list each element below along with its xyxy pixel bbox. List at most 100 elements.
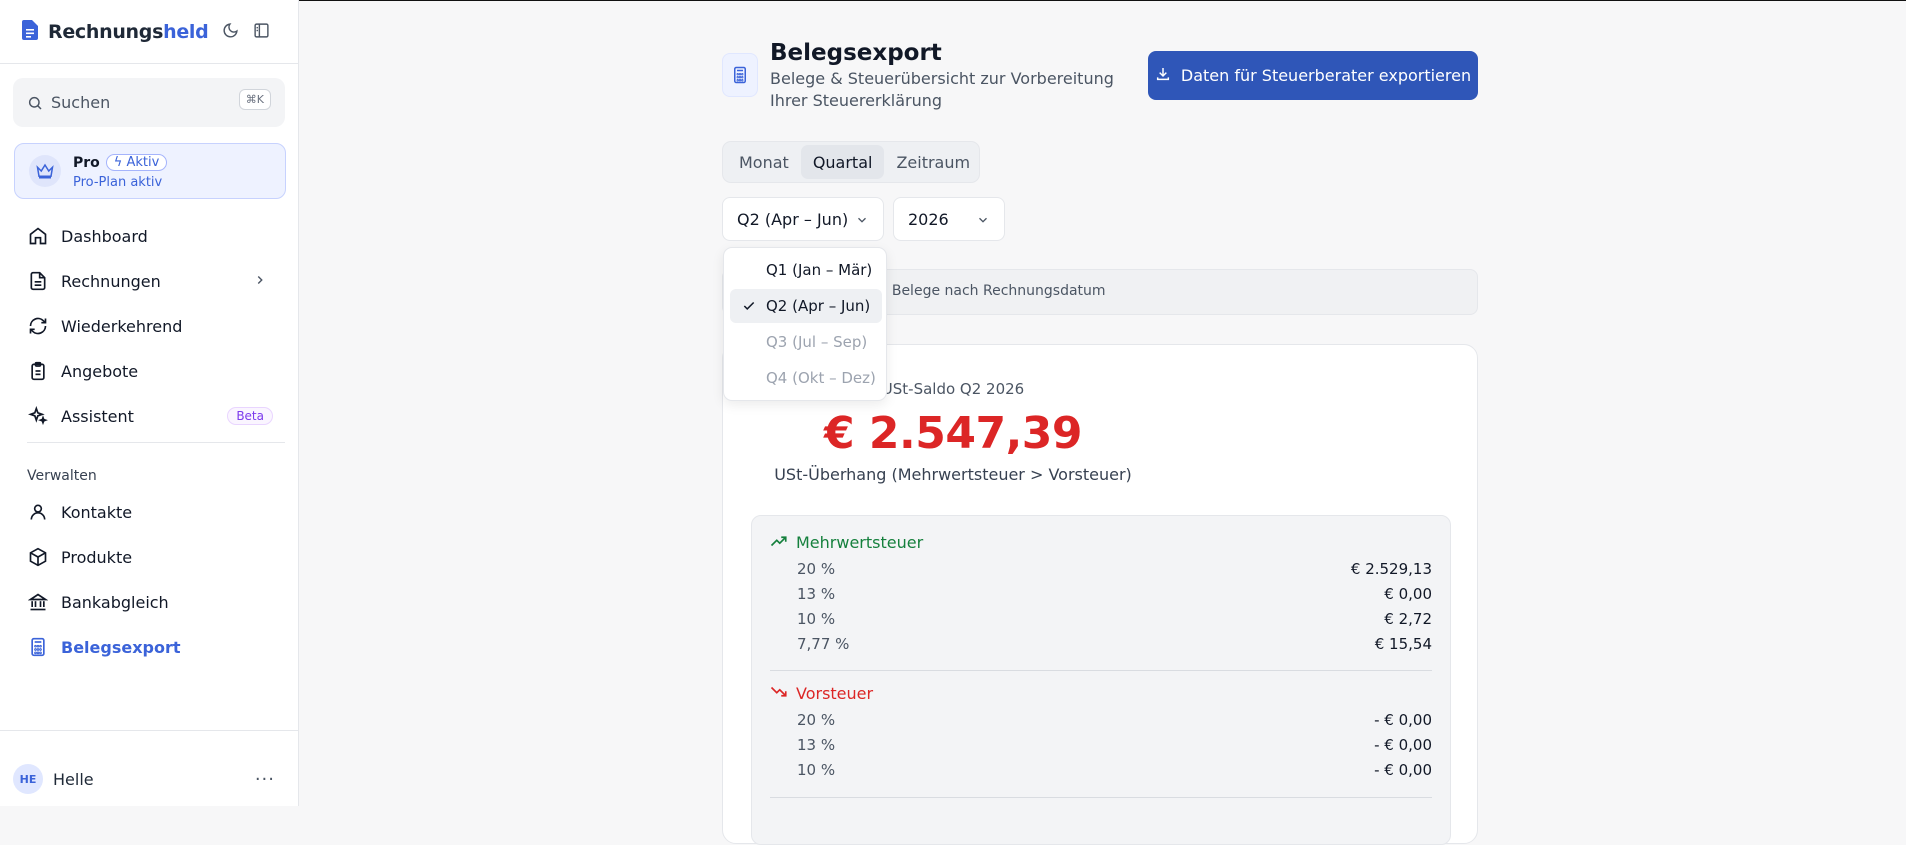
saldo-value: € 2.547,39 bbox=[823, 408, 1083, 459]
plan-card[interactable]: Pro ϟ Aktiv Pro-Plan aktiv bbox=[14, 143, 286, 199]
more-options-icon[interactable]: ··· bbox=[255, 769, 275, 790]
saldo-label: USt-Saldo Q2 2026 bbox=[881, 380, 1025, 398]
app-name: Rechnungsheld bbox=[48, 21, 209, 43]
nav-item-rechnungen[interactable]: Rechnungen bbox=[27, 266, 273, 296]
plan-status-badge: ϟ Aktiv bbox=[105, 154, 168, 171]
plan-badge-label: Aktiv bbox=[126, 155, 160, 170]
quarter-option-q1[interactable]: Q1 (Jan – Mär) bbox=[730, 253, 882, 287]
option-label: Q2 (Apr – Jun) bbox=[766, 297, 871, 315]
calculator-icon bbox=[722, 53, 758, 97]
search-shortcut: ⌘K bbox=[238, 89, 271, 110]
avatar: HE bbox=[13, 764, 43, 794]
quarter-option-q3: Q3 (Jul – Sep) bbox=[730, 325, 882, 359]
rate: 10 % bbox=[797, 610, 836, 628]
rate: 13 % bbox=[797, 585, 836, 603]
quarter-select-value: Q2 (Apr – Jun) bbox=[737, 209, 849, 229]
plan-name: Pro bbox=[73, 154, 100, 171]
search-placeholder: Suchen bbox=[51, 93, 111, 112]
home-icon bbox=[27, 225, 49, 247]
mwst-title: Mehrwertsteuer bbox=[796, 533, 924, 552]
check-icon bbox=[742, 299, 756, 317]
rate: 10 % bbox=[797, 761, 836, 779]
refresh-icon bbox=[27, 315, 49, 337]
window-top-border bbox=[299, 0, 1906, 1]
amount: - € 0,00 bbox=[1374, 761, 1432, 779]
table-row: 13 % - € 0,00 bbox=[797, 736, 1432, 758]
document-icon bbox=[27, 270, 49, 292]
quarter-dropdown: Q1 (Jan – Mär) Q2 (Apr – Jun) Q3 (Jul – … bbox=[723, 247, 887, 401]
trending-down-icon bbox=[770, 684, 788, 703]
table-row: 13 % € 0,00 bbox=[797, 585, 1432, 607]
amount: € 0,00 bbox=[1384, 585, 1432, 603]
chevron-down-icon bbox=[855, 212, 869, 231]
sidebar-divider bbox=[0, 63, 298, 64]
clipboard-icon bbox=[27, 360, 49, 382]
rate: 20 % bbox=[797, 560, 836, 578]
nav-label: Rechnungen bbox=[61, 271, 161, 291]
nav-label: Angebote bbox=[61, 361, 139, 381]
nav-item-bankabgleich[interactable]: Bankabgleich bbox=[27, 587, 273, 617]
export-button-label: Daten für Steuerberater exportieren bbox=[1180, 66, 1472, 85]
user-icon bbox=[27, 501, 49, 523]
page-title: Belegsexport bbox=[770, 40, 942, 66]
rate: 13 % bbox=[797, 736, 836, 754]
nav-item-dashboard[interactable]: Dashboard bbox=[27, 221, 273, 251]
year-select[interactable]: 2026 bbox=[893, 197, 1005, 241]
page-subtitle: Belege & Steuerübersicht zur Vorbereitun… bbox=[770, 69, 1114, 110]
nav-item-kontakte[interactable]: Kontakte bbox=[27, 497, 273, 527]
logo-document-icon bbox=[22, 20, 38, 44]
vorsteuer-title: Vorsteuer bbox=[796, 684, 874, 703]
nav-item-produkte[interactable]: Produkte bbox=[27, 542, 273, 572]
amount: - € 0,00 bbox=[1374, 711, 1432, 729]
search-icon bbox=[27, 95, 43, 111]
tab-quartal[interactable]: Quartal bbox=[800, 145, 885, 179]
quarter-select[interactable]: Q2 (Apr – Jun) bbox=[722, 197, 884, 241]
table-row: 20 % - € 0,00 bbox=[797, 711, 1432, 733]
nav-item-wiederkehrend[interactable]: Wiederkehrend bbox=[27, 311, 273, 341]
search-input[interactable]: Suchen ⌘K bbox=[13, 78, 285, 127]
user-menu[interactable]: HE Helle ··· bbox=[13, 762, 283, 796]
moon-icon[interactable] bbox=[222, 22, 239, 43]
table-row: 10 % - € 0,00 bbox=[797, 761, 1432, 783]
year-select-value: 2026 bbox=[908, 209, 949, 229]
app-name-part2: held bbox=[163, 21, 209, 43]
table-row: 10 % € 2,72 bbox=[797, 610, 1432, 632]
amount: € 2.529,13 bbox=[1350, 560, 1432, 578]
app-name-part1: Rechnungs bbox=[48, 21, 164, 43]
nav-label: Produkte bbox=[61, 547, 133, 567]
export-button[interactable]: Daten für Steuerberater exportieren bbox=[1148, 51, 1478, 100]
vorsteuer-header: Vorsteuer bbox=[770, 684, 873, 703]
mwst-header: Mehrwertsteuer bbox=[770, 533, 923, 552]
quarter-option-q2[interactable]: Q2 (Apr – Jun) bbox=[730, 289, 882, 323]
table-row: 20 % € 2.529,13 bbox=[797, 560, 1432, 582]
amount: - € 0,00 bbox=[1374, 736, 1432, 754]
plan-status-text: Pro-Plan aktiv bbox=[73, 175, 163, 190]
quarter-option-q4: Q4 (Okt – Dez) bbox=[730, 361, 882, 395]
chevron-right-icon[interactable] bbox=[253, 272, 267, 291]
period-tabs: Monat Quartal Zeitraum bbox=[722, 141, 980, 183]
sidebar-toggle-icon[interactable] bbox=[253, 22, 270, 43]
crown-icon bbox=[29, 155, 61, 187]
box-icon bbox=[27, 546, 49, 568]
bank-icon bbox=[27, 591, 49, 613]
chevron-down-icon bbox=[976, 212, 990, 231]
amount: € 15,54 bbox=[1374, 635, 1432, 653]
bolt-icon: ϟ bbox=[113, 155, 123, 170]
rate: 20 % bbox=[797, 711, 836, 729]
saldo-description: USt-Überhang (Mehrwertsteuer > Vorsteuer… bbox=[774, 465, 1132, 484]
option-label: Q1 (Jan – Mär) bbox=[766, 261, 873, 279]
amount: € 2,72 bbox=[1384, 610, 1432, 628]
tab-monat[interactable]: Monat bbox=[727, 145, 801, 179]
table-row: 7,77 % € 15,54 bbox=[797, 635, 1432, 657]
calculator-icon bbox=[27, 636, 49, 658]
section-divider bbox=[770, 797, 1432, 798]
nav-label: Belegsexport bbox=[61, 637, 181, 657]
app-logo[interactable]: Rechnungsheld bbox=[22, 18, 209, 46]
tab-zeitraum[interactable]: Zeitraum bbox=[884, 145, 982, 179]
nav-label: Bankabgleich bbox=[61, 592, 169, 612]
sidebar: Rechnungsheld Suchen ⌘K Pro ϟ Aktiv Pro-… bbox=[0, 0, 299, 806]
nav-label: Kontakte bbox=[61, 502, 133, 522]
trending-up-icon bbox=[770, 533, 788, 552]
rate: 7,77 % bbox=[797, 635, 850, 653]
nav-item-belegsexport[interactable]: Belegsexport bbox=[27, 632, 273, 662]
